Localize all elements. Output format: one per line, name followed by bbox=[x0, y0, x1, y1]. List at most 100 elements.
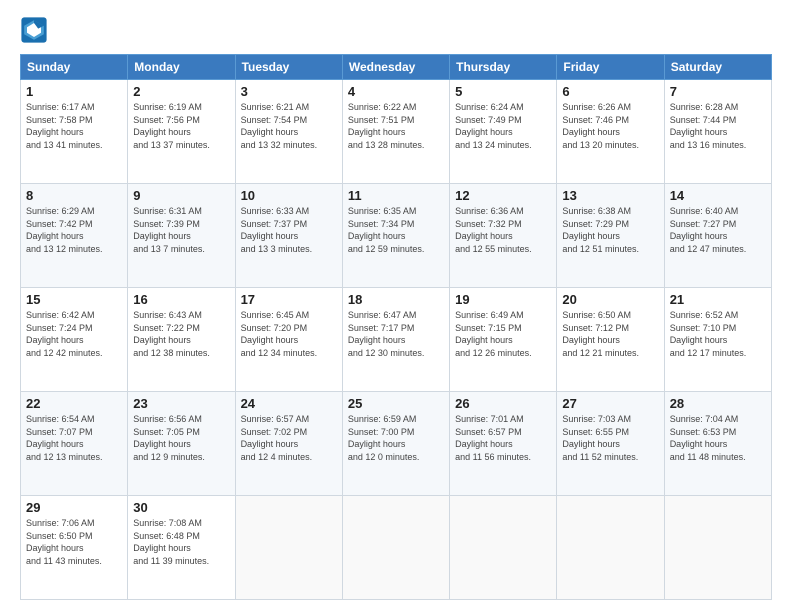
logo bbox=[20, 16, 52, 44]
day-cell: 25 Sunrise: 6:59 AM Sunset: 7:00 PM Dayl… bbox=[342, 392, 449, 496]
day-cell: 9 Sunrise: 6:31 AM Sunset: 7:39 PM Dayli… bbox=[128, 184, 235, 288]
day-info: Sunrise: 7:08 AM Sunset: 6:48 PM Dayligh… bbox=[133, 517, 229, 567]
day-info: Sunrise: 7:03 AM Sunset: 6:55 PM Dayligh… bbox=[562, 413, 658, 463]
day-cell: 19 Sunrise: 6:49 AM Sunset: 7:15 PM Dayl… bbox=[450, 288, 557, 392]
calendar-table: SundayMondayTuesdayWednesdayThursdayFrid… bbox=[20, 54, 772, 600]
day-number: 17 bbox=[241, 292, 337, 307]
day-number: 6 bbox=[562, 84, 658, 99]
day-number: 30 bbox=[133, 500, 229, 515]
day-number: 20 bbox=[562, 292, 658, 307]
day-info: Sunrise: 6:49 AM Sunset: 7:15 PM Dayligh… bbox=[455, 309, 551, 359]
day-info: Sunrise: 6:31 AM Sunset: 7:39 PM Dayligh… bbox=[133, 205, 229, 255]
day-cell: 18 Sunrise: 6:47 AM Sunset: 7:17 PM Dayl… bbox=[342, 288, 449, 392]
day-number: 18 bbox=[348, 292, 444, 307]
day-cell: 26 Sunrise: 7:01 AM Sunset: 6:57 PM Dayl… bbox=[450, 392, 557, 496]
logo-icon bbox=[20, 16, 48, 44]
day-info: Sunrise: 6:26 AM Sunset: 7:46 PM Dayligh… bbox=[562, 101, 658, 151]
day-info: Sunrise: 6:22 AM Sunset: 7:51 PM Dayligh… bbox=[348, 101, 444, 151]
day-number: 22 bbox=[26, 396, 122, 411]
day-number: 2 bbox=[133, 84, 229, 99]
day-info: Sunrise: 6:54 AM Sunset: 7:07 PM Dayligh… bbox=[26, 413, 122, 463]
day-number: 1 bbox=[26, 84, 122, 99]
day-cell bbox=[664, 496, 771, 600]
day-cell: 10 Sunrise: 6:33 AM Sunset: 7:37 PM Dayl… bbox=[235, 184, 342, 288]
day-number: 14 bbox=[670, 188, 766, 203]
header-tuesday: Tuesday bbox=[235, 55, 342, 80]
day-info: Sunrise: 6:40 AM Sunset: 7:27 PM Dayligh… bbox=[670, 205, 766, 255]
day-info: Sunrise: 6:47 AM Sunset: 7:17 PM Dayligh… bbox=[348, 309, 444, 359]
day-number: 13 bbox=[562, 188, 658, 203]
header-monday: Monday bbox=[128, 55, 235, 80]
day-info: Sunrise: 6:57 AM Sunset: 7:02 PM Dayligh… bbox=[241, 413, 337, 463]
day-cell: 22 Sunrise: 6:54 AM Sunset: 7:07 PM Dayl… bbox=[21, 392, 128, 496]
day-number: 23 bbox=[133, 396, 229, 411]
day-info: Sunrise: 6:29 AM Sunset: 7:42 PM Dayligh… bbox=[26, 205, 122, 255]
day-number: 4 bbox=[348, 84, 444, 99]
day-info: Sunrise: 6:50 AM Sunset: 7:12 PM Dayligh… bbox=[562, 309, 658, 359]
day-info: Sunrise: 6:36 AM Sunset: 7:32 PM Dayligh… bbox=[455, 205, 551, 255]
week-row-2: 8 Sunrise: 6:29 AM Sunset: 7:42 PM Dayli… bbox=[21, 184, 772, 288]
day-info: Sunrise: 7:01 AM Sunset: 6:57 PM Dayligh… bbox=[455, 413, 551, 463]
day-cell bbox=[557, 496, 664, 600]
day-number: 5 bbox=[455, 84, 551, 99]
day-number: 16 bbox=[133, 292, 229, 307]
day-number: 3 bbox=[241, 84, 337, 99]
day-cell bbox=[450, 496, 557, 600]
calendar-header-row: SundayMondayTuesdayWednesdayThursdayFrid… bbox=[21, 55, 772, 80]
day-number: 10 bbox=[241, 188, 337, 203]
day-cell: 21 Sunrise: 6:52 AM Sunset: 7:10 PM Dayl… bbox=[664, 288, 771, 392]
day-info: Sunrise: 7:04 AM Sunset: 6:53 PM Dayligh… bbox=[670, 413, 766, 463]
header-saturday: Saturday bbox=[664, 55, 771, 80]
day-cell bbox=[342, 496, 449, 600]
day-number: 26 bbox=[455, 396, 551, 411]
day-cell: 30 Sunrise: 7:08 AM Sunset: 6:48 PM Dayl… bbox=[128, 496, 235, 600]
week-row-3: 15 Sunrise: 6:42 AM Sunset: 7:24 PM Dayl… bbox=[21, 288, 772, 392]
header-wednesday: Wednesday bbox=[342, 55, 449, 80]
header-thursday: Thursday bbox=[450, 55, 557, 80]
day-info: Sunrise: 6:33 AM Sunset: 7:37 PM Dayligh… bbox=[241, 205, 337, 255]
day-cell: 1 Sunrise: 6:17 AM Sunset: 7:58 PM Dayli… bbox=[21, 80, 128, 184]
day-number: 7 bbox=[670, 84, 766, 99]
day-cell: 17 Sunrise: 6:45 AM Sunset: 7:20 PM Dayl… bbox=[235, 288, 342, 392]
day-cell: 20 Sunrise: 6:50 AM Sunset: 7:12 PM Dayl… bbox=[557, 288, 664, 392]
day-cell: 2 Sunrise: 6:19 AM Sunset: 7:56 PM Dayli… bbox=[128, 80, 235, 184]
day-cell: 3 Sunrise: 6:21 AM Sunset: 7:54 PM Dayli… bbox=[235, 80, 342, 184]
week-row-1: 1 Sunrise: 6:17 AM Sunset: 7:58 PM Dayli… bbox=[21, 80, 772, 184]
day-info: Sunrise: 6:21 AM Sunset: 7:54 PM Dayligh… bbox=[241, 101, 337, 151]
day-info: Sunrise: 7:06 AM Sunset: 6:50 PM Dayligh… bbox=[26, 517, 122, 567]
week-row-4: 22 Sunrise: 6:54 AM Sunset: 7:07 PM Dayl… bbox=[21, 392, 772, 496]
day-cell: 15 Sunrise: 6:42 AM Sunset: 7:24 PM Dayl… bbox=[21, 288, 128, 392]
day-cell: 16 Sunrise: 6:43 AM Sunset: 7:22 PM Dayl… bbox=[128, 288, 235, 392]
day-cell: 7 Sunrise: 6:28 AM Sunset: 7:44 PM Dayli… bbox=[664, 80, 771, 184]
day-cell: 12 Sunrise: 6:36 AM Sunset: 7:32 PM Dayl… bbox=[450, 184, 557, 288]
day-cell: 23 Sunrise: 6:56 AM Sunset: 7:05 PM Dayl… bbox=[128, 392, 235, 496]
day-info: Sunrise: 6:28 AM Sunset: 7:44 PM Dayligh… bbox=[670, 101, 766, 151]
day-number: 9 bbox=[133, 188, 229, 203]
day-cell: 24 Sunrise: 6:57 AM Sunset: 7:02 PM Dayl… bbox=[235, 392, 342, 496]
day-cell: 14 Sunrise: 6:40 AM Sunset: 7:27 PM Dayl… bbox=[664, 184, 771, 288]
day-number: 21 bbox=[670, 292, 766, 307]
day-cell: 8 Sunrise: 6:29 AM Sunset: 7:42 PM Dayli… bbox=[21, 184, 128, 288]
day-number: 24 bbox=[241, 396, 337, 411]
day-cell bbox=[235, 496, 342, 600]
day-info: Sunrise: 6:59 AM Sunset: 7:00 PM Dayligh… bbox=[348, 413, 444, 463]
day-cell: 4 Sunrise: 6:22 AM Sunset: 7:51 PM Dayli… bbox=[342, 80, 449, 184]
day-number: 25 bbox=[348, 396, 444, 411]
day-cell: 6 Sunrise: 6:26 AM Sunset: 7:46 PM Dayli… bbox=[557, 80, 664, 184]
day-info: Sunrise: 6:35 AM Sunset: 7:34 PM Dayligh… bbox=[348, 205, 444, 255]
day-number: 11 bbox=[348, 188, 444, 203]
day-info: Sunrise: 6:45 AM Sunset: 7:20 PM Dayligh… bbox=[241, 309, 337, 359]
header-friday: Friday bbox=[557, 55, 664, 80]
day-number: 19 bbox=[455, 292, 551, 307]
day-number: 15 bbox=[26, 292, 122, 307]
day-info: Sunrise: 6:24 AM Sunset: 7:49 PM Dayligh… bbox=[455, 101, 551, 151]
day-cell: 28 Sunrise: 7:04 AM Sunset: 6:53 PM Dayl… bbox=[664, 392, 771, 496]
day-info: Sunrise: 6:38 AM Sunset: 7:29 PM Dayligh… bbox=[562, 205, 658, 255]
day-info: Sunrise: 6:19 AM Sunset: 7:56 PM Dayligh… bbox=[133, 101, 229, 151]
day-info: Sunrise: 6:43 AM Sunset: 7:22 PM Dayligh… bbox=[133, 309, 229, 359]
header-sunday: Sunday bbox=[21, 55, 128, 80]
day-number: 8 bbox=[26, 188, 122, 203]
day-cell: 11 Sunrise: 6:35 AM Sunset: 7:34 PM Dayl… bbox=[342, 184, 449, 288]
day-number: 27 bbox=[562, 396, 658, 411]
week-row-5: 29 Sunrise: 7:06 AM Sunset: 6:50 PM Dayl… bbox=[21, 496, 772, 600]
